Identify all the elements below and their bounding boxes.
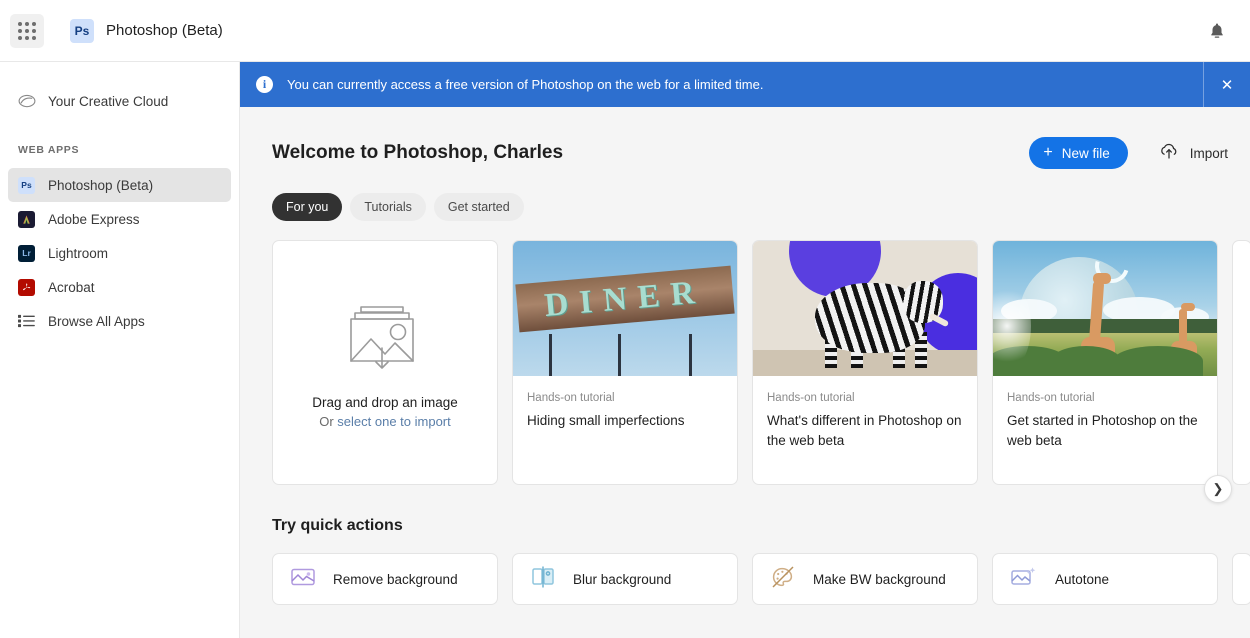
tab-for-you[interactable]: For you [272, 193, 343, 221]
card-body: Hands-on tutorial Get started in Photosh… [993, 376, 1217, 468]
drop-card-title: Drag and drop an image [312, 395, 458, 410]
quick-action-autotone[interactable]: Autotone [992, 553, 1218, 605]
drop-card-subtitle-prefix: Or [319, 414, 338, 429]
lightroom-icon: Lr [18, 244, 40, 262]
sidebar-item-label: Browse All Apps [48, 313, 145, 329]
acrobat-badge [18, 278, 35, 296]
card-title: Get started in Photoshop on the web beta [1007, 413, 1198, 448]
bush [1113, 346, 1203, 376]
giraffe-moon-photo [993, 241, 1217, 376]
sidebar-item-photoshop-beta[interactable]: Ps Photoshop (Beta) [8, 168, 231, 202]
quick-action-remove-background[interactable]: Remove background [272, 553, 498, 605]
creative-cloud-icon [18, 94, 40, 108]
chevron-right-icon: ❯ [1212, 481, 1224, 496]
card-body: Hands-on tutorial What's different in Ph… [753, 376, 977, 468]
quick-action-blur-background[interactable]: Blur background [512, 553, 738, 605]
card-kicker: Hands-on tutorial [1007, 392, 1095, 404]
tab-get-started[interactable]: Get started [433, 193, 524, 221]
main-content: i You can currently access a free versio… [240, 62, 1250, 638]
select-one-to-import-link[interactable]: select one to import [337, 414, 450, 429]
photoshop-icon: Ps [70, 18, 94, 43]
sidebar: Your Creative Cloud WEB APPS Ps Photosho… [0, 62, 240, 638]
sidebar-item-label: Lightroom [48, 245, 109, 261]
bell-icon[interactable] [1202, 16, 1232, 46]
info-icon: i [256, 76, 273, 93]
next-quick-action-peek [1232, 553, 1250, 605]
tutorial-card-whats-different[interactable]: Hands-on tutorial What's different in Ph… [752, 240, 978, 485]
close-icon[interactable]: ✕ [1204, 62, 1250, 107]
quick-actions-row: Remove background Blur background Make B… [272, 553, 1250, 605]
card-kicker: Hands-on tutorial [527, 392, 615, 404]
welcome-title: Welcome to Photoshop, Charles [272, 142, 564, 163]
banner-message: You can currently access a free version … [287, 77, 764, 92]
quick-action-label: Autotone [1055, 571, 1110, 587]
diner-sign-photo: DINER [513, 241, 737, 376]
top-bar: Ps Photoshop (Beta) [0, 0, 1250, 62]
diner-sign-text: DINER [515, 265, 735, 333]
quick-action-label: Make BW background [813, 571, 946, 587]
app-grid-dots [18, 21, 36, 40]
cloud-upload-icon [1158, 143, 1180, 164]
lightroom-badge: Lr [18, 244, 35, 262]
sidebar-section-heading: WEB APPS [18, 144, 80, 156]
content-tabs: For you Tutorials Get started [272, 193, 1250, 221]
list-icon [18, 314, 40, 328]
card-title: Hiding small imperfections [527, 413, 685, 428]
content-scroll-area: Welcome to Photoshop, Charles + New file [240, 107, 1250, 638]
ground-strip [753, 350, 977, 376]
card-kicker: Hands-on tutorial [767, 392, 855, 404]
autotone-icon [1011, 566, 1037, 593]
import-label: Import [1189, 145, 1228, 161]
giraffe-head [1093, 273, 1111, 284]
tutorial-card-hiding-small-imperfections[interactable]: DINER Hands-on tutorial Hiding small imp… [512, 240, 738, 485]
app-grid-icon[interactable] [10, 13, 44, 48]
tutorial-card-get-started[interactable]: Hands-on tutorial Get started in Photosh… [992, 240, 1218, 485]
sign-leg [549, 334, 552, 376]
bush [1051, 346, 1121, 376]
photoshop-badge: Ps [18, 176, 35, 194]
sidebar-item-acrobat[interactable]: Acrobat [8, 270, 231, 304]
drop-card-subtitle: Or select one to import [319, 414, 451, 429]
sidebar-item-creative-cloud[interactable]: Your Creative Cloud [8, 84, 231, 118]
new-file-button[interactable]: + New file [1029, 137, 1128, 169]
sidebar-item-label: Photoshop (Beta) [48, 177, 154, 193]
drag-and-drop-card[interactable]: Drag and drop an image Or select one to … [272, 240, 498, 485]
sidebar-item-label: Acrobat [48, 279, 95, 295]
acrobat-icon [18, 278, 40, 296]
sign-leg [689, 334, 692, 376]
cards-carousel: Drag and drop an image Or select one to … [272, 240, 1250, 485]
remove-background-icon [291, 567, 315, 592]
giraffe-head [1181, 303, 1195, 311]
sign-leg [618, 334, 621, 376]
sidebar-item-label: Adobe Express [48, 211, 140, 227]
quick-action-label: Blur background [573, 571, 672, 587]
photoshop-web-app: Ps Photoshop (Beta) Your Creative Cloud [0, 0, 1250, 638]
new-file-label: New file [1061, 145, 1110, 161]
promo-banner: i You can currently access a free versio… [240, 62, 1250, 107]
photoshop-icon: Ps [18, 176, 40, 194]
blur-background-icon [531, 566, 555, 593]
app-body: Your Creative Cloud WEB APPS Ps Photosho… [0, 62, 1250, 638]
next-card-peek [1232, 240, 1250, 485]
sidebar-item-browse-all-apps[interactable]: Browse All Apps [8, 304, 231, 338]
image-import-icon [337, 296, 433, 379]
sidebar-item-label: Your Creative Cloud [48, 93, 169, 109]
make-bw-background-icon [771, 565, 795, 593]
sidebar-item-lightroom[interactable]: Lr Lightroom [8, 236, 231, 270]
tab-tutorials[interactable]: Tutorials [350, 193, 426, 221]
sidebar-item-adobe-express[interactable]: Adobe Express [8, 202, 231, 236]
adobe-express-badge [18, 210, 35, 228]
plus-icon: + [1043, 144, 1053, 161]
quick-action-label: Remove background [333, 571, 458, 587]
welcome-header-row: Welcome to Photoshop, Charles + New file [272, 137, 1250, 169]
zebra-elephant-photo [753, 241, 977, 376]
quick-actions-heading: Try quick actions [272, 517, 403, 534]
cards-next-button[interactable]: ❯ [1204, 475, 1232, 503]
card-title: What's different in Photoshop on the web… [767, 413, 962, 448]
page-title: Photoshop (Beta) [106, 22, 223, 39]
adobe-express-icon [18, 210, 40, 228]
card-body: Hands-on tutorial Hiding small imperfect… [513, 376, 737, 449]
import-button[interactable]: Import [1158, 143, 1228, 164]
quick-action-make-bw-background[interactable]: Make BW background [752, 553, 978, 605]
